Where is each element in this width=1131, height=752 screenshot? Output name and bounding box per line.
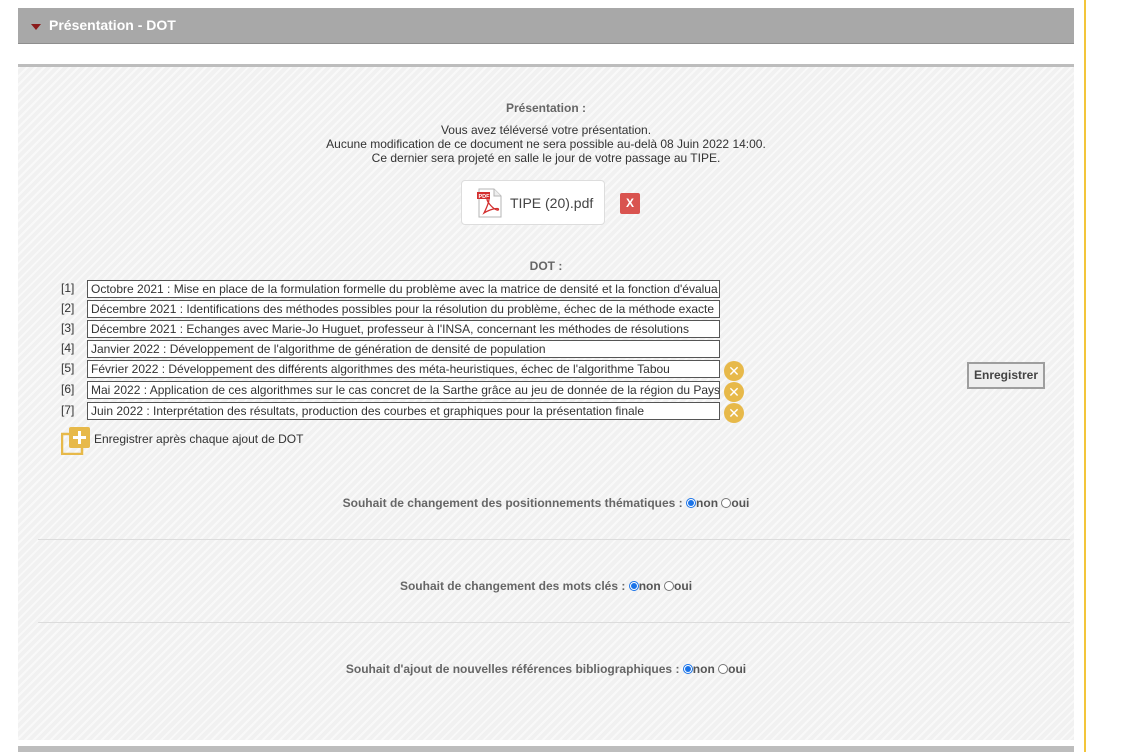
dot-item-number: [6] xyxy=(61,382,75,396)
section-title: Présentation - DOT xyxy=(49,17,176,33)
next-section-bar xyxy=(18,746,1074,752)
radio-non[interactable] xyxy=(682,664,693,674)
save-dot-button[interactable]: Enregistrer xyxy=(967,362,1045,389)
question-bibliography: Souhait d'ajout de nouvelles références … xyxy=(18,662,1074,676)
add-dot-icon[interactable] xyxy=(61,427,91,455)
remove-dot-icon[interactable]: ✕ xyxy=(724,403,744,423)
dot-item-number: [4] xyxy=(61,341,75,355)
question-label: Souhait de changement des positionnement… xyxy=(342,496,683,510)
radio-non-label: non xyxy=(696,496,719,510)
section-header[interactable]: Présentation - DOT xyxy=(18,8,1074,44)
dot-item-input[interactable]: Octobre 2021 : Mise en place de la formu… xyxy=(87,280,720,298)
collapse-chevron-icon[interactable] xyxy=(31,24,41,30)
file-name-link[interactable]: TIPE (20).pdf xyxy=(510,195,593,211)
dot-item-number: [3] xyxy=(61,321,75,335)
dot-item-input[interactable]: Juin 2022 : Interprétation des résultats… xyxy=(87,402,720,420)
divider xyxy=(38,622,1070,623)
presentation-message-line: Ce dernier sera projeté en salle le jour… xyxy=(371,151,721,165)
presentation-heading: Présentation : xyxy=(505,101,586,115)
presentation-dot-panel: Présentation : Vous avez téléversé votre… xyxy=(18,64,1074,740)
dot-item-number: [2] xyxy=(61,301,75,315)
dot-item-input[interactable]: Février 2022 : Développement des différe… xyxy=(87,360,720,378)
question-label: Souhait d'ajout de nouvelles références … xyxy=(345,662,680,676)
remove-dot-icon[interactable]: ✕ xyxy=(724,382,744,402)
radio-oui-label: oui xyxy=(674,579,693,593)
dot-item-input[interactable]: Décembre 2021 : Identifications des méth… xyxy=(87,300,720,318)
radio-oui[interactable] xyxy=(721,498,732,508)
radio-non-label: non xyxy=(638,579,661,593)
add-dot-label: Enregistrer après chaque ajout de DOT xyxy=(94,432,304,446)
question-thematic-positioning: Souhait de changement des positionnement… xyxy=(18,496,1074,510)
radio-non[interactable] xyxy=(628,581,639,591)
radio-oui[interactable] xyxy=(718,664,729,674)
dot-heading: DOT : xyxy=(529,259,563,273)
dot-item-number: [7] xyxy=(61,403,75,417)
dot-item-number: [5] xyxy=(61,361,75,375)
remove-dot-icon[interactable]: ✕ xyxy=(724,361,744,381)
dot-item-input[interactable]: Mai 2022 : Application de ces algorithme… xyxy=(87,381,720,399)
uploaded-file-card[interactable]: PDF TIPE (20).pdf xyxy=(461,180,605,225)
divider xyxy=(38,539,1070,540)
radio-oui-label: oui xyxy=(731,496,750,510)
pdf-file-icon: PDF xyxy=(477,188,502,218)
radio-non[interactable] xyxy=(686,498,697,508)
dot-item-input[interactable]: Janvier 2022 : Développement de l'algori… xyxy=(87,340,720,358)
radio-oui[interactable] xyxy=(664,581,675,591)
question-keywords: Souhait de changement des mots clés : no… xyxy=(18,579,1074,593)
radio-non-label: non xyxy=(692,662,715,676)
presentation-message-line: Aucune modification de ce document ne se… xyxy=(326,137,766,151)
question-label: Souhait de changement des mots clés : xyxy=(399,579,626,593)
radio-oui-label: oui xyxy=(728,662,747,676)
dot-item-number: [1] xyxy=(61,281,75,295)
dot-item-input[interactable]: Décembre 2021 : Echanges avec Marie-Jo H… xyxy=(87,320,720,338)
presentation-message-line: Vous avez téléversé votre présentation. xyxy=(440,123,652,137)
delete-file-button[interactable]: X xyxy=(620,193,640,214)
right-edge-accent-line xyxy=(1084,0,1086,752)
